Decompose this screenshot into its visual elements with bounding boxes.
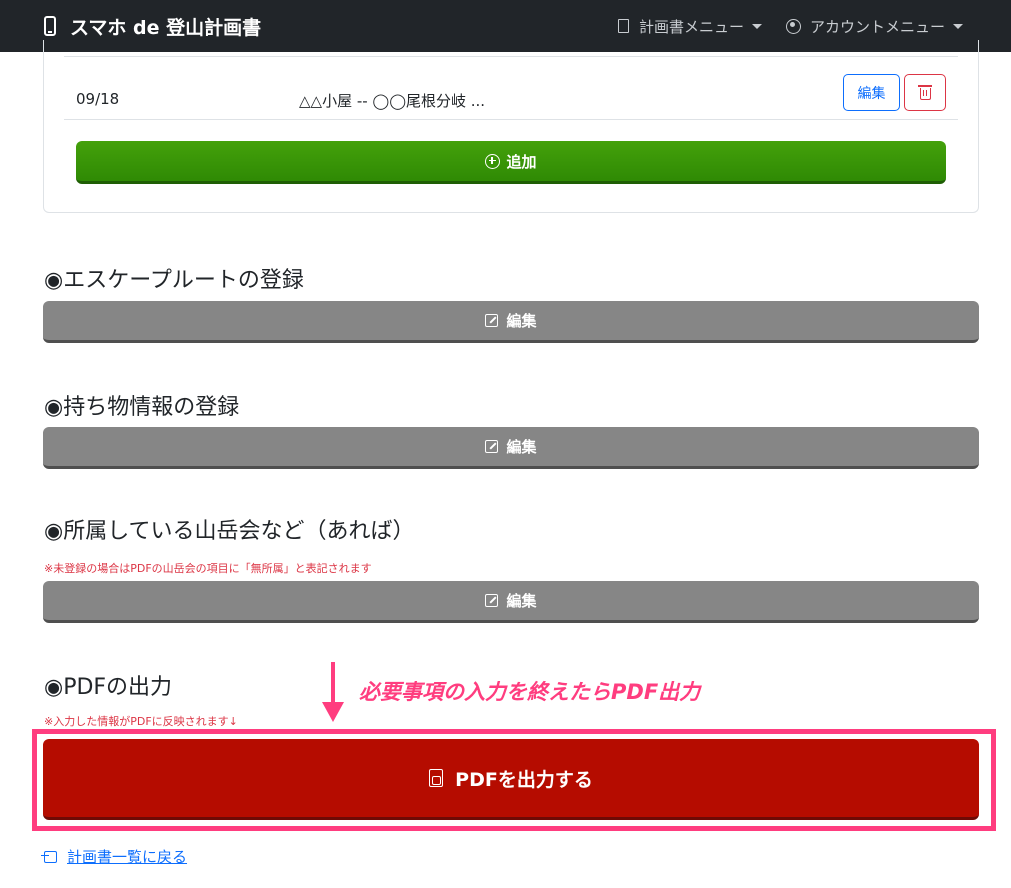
row-edit-button[interactable]: 編集: [843, 74, 900, 111]
table-divider: [64, 119, 958, 120]
edit-button-label: 編集: [506, 592, 537, 610]
equipment-heading: ◉持ち物情報の登録: [44, 395, 240, 420]
schedule-card: [43, 40, 979, 213]
file-pdf-icon: [429, 769, 444, 787]
schedule-date: 09/18: [76, 90, 120, 108]
plus-circle-icon: [485, 153, 501, 169]
club-heading: ◉所属している山岳会など（あれば）: [44, 519, 415, 544]
equipment-edit-button[interactable]: 編集: [43, 427, 979, 469]
row-delete-button[interactable]: [904, 74, 946, 111]
edit-button-label: 編集: [506, 312, 537, 330]
table-divider: [64, 56, 958, 57]
caret-down-icon: [953, 23, 964, 29]
document-icon: [618, 19, 629, 33]
pdf-button-label: PDFを出力する: [455, 768, 593, 791]
arrow-down-annotation: [322, 662, 344, 724]
caret-down-icon: [752, 23, 763, 29]
add-schedule-button[interactable]: 追加: [76, 141, 946, 184]
pdf-note: ※入力した情報がPDFに反映されます↓: [44, 715, 238, 728]
account-menu-label: アカウントメニュー: [810, 17, 946, 36]
pencil-square-icon: [485, 314, 499, 327]
club-note: ※未登録の場合はPDFの山岳会の項目に「無所属」と表記されます: [44, 562, 372, 575]
annotation-callout: 必要事項の入力を終えたらPDF出力: [359, 680, 701, 704]
back-link-label: 計画書一覧に戻る: [67, 848, 188, 866]
smartphone-icon: [44, 16, 56, 36]
plan-menu-label: 計画書メニュー: [639, 17, 745, 36]
pdf-output-button[interactable]: PDFを出力する: [43, 739, 979, 820]
escape-route-edit-button[interactable]: 編集: [43, 301, 979, 343]
pdf-output-heading: ◉PDFの出力: [44, 675, 173, 700]
pencil-square-icon: [485, 440, 499, 453]
schedule-route: △△小屋 -- ◯◯尾根分岐 ...: [299, 92, 486, 110]
back-to-list-link[interactable]: 計画書一覧に戻る: [41, 846, 188, 867]
edit-button-label: 編集: [506, 438, 537, 456]
add-button-label: 追加: [506, 152, 537, 171]
pencil-square-icon: [485, 594, 499, 607]
escape-route-heading: ◉エスケープルートの登録: [44, 268, 304, 293]
trash-icon: [917, 85, 932, 100]
box-arrow-left-icon: [41, 850, 57, 863]
brand-title: スマホ de 登山計画書: [70, 16, 262, 39]
club-edit-button[interactable]: 編集: [43, 581, 979, 623]
user-circle-icon: [786, 18, 801, 34]
